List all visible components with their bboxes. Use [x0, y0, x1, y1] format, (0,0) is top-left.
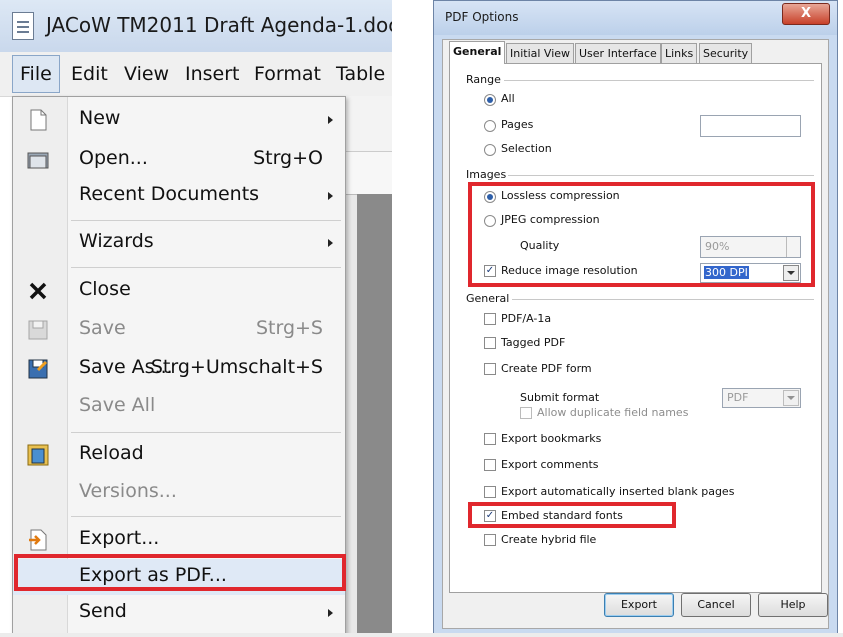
document-icon	[12, 12, 34, 40]
tagged-pdf-checkbox[interactable]	[484, 337, 496, 349]
allow-duplicate-label: Allow duplicate field names	[537, 406, 689, 419]
tagged-pdf-label: Tagged PDF	[501, 336, 566, 349]
general-heading: General	[466, 292, 510, 305]
menu-item-save[interactable]: Save Strg+S	[13, 312, 345, 348]
new-document-icon	[26, 108, 50, 132]
menu-view[interactable]: View	[124, 63, 169, 85]
menu-edit[interactable]: Edit	[71, 63, 108, 85]
pdfa-label: PDF/A-1a	[501, 312, 552, 325]
menu-item-close[interactable]: Close	[13, 273, 345, 309]
menu-format[interactable]: Format	[254, 63, 321, 85]
dialog-titlebar: PDF Options X	[434, 1, 837, 35]
reload-icon	[26, 443, 50, 467]
menu-table[interactable]: Table	[336, 63, 385, 85]
menu-item-save-as[interactable]: Save As... Strg+Umschalt+S	[13, 351, 345, 387]
range-all-label: All	[501, 92, 515, 105]
tab-user-interface[interactable]: User Interface	[575, 43, 661, 63]
menu-insert[interactable]: Insert	[185, 63, 240, 85]
menu-item-wizards[interactable]: Wizards	[13, 225, 345, 261]
range-selection-radio[interactable]	[484, 144, 496, 156]
submit-format-combobox[interactable]: PDF	[722, 388, 801, 408]
menu-item-versions[interactable]: Versions...	[13, 475, 345, 511]
menu-item-export[interactable]: Export...	[13, 522, 345, 558]
window-title: JACoW TM2011 Draft Agenda-1.docx -	[46, 13, 392, 37]
create-hybrid-file-checkbox[interactable]	[484, 534, 496, 546]
highlight-export-as-pdf	[14, 554, 346, 591]
menu-item-save-all[interactable]: Save All	[13, 389, 345, 425]
menu-item-recent-documents[interactable]: Recent Documents	[13, 178, 345, 214]
export-button[interactable]: Export	[604, 593, 674, 617]
submenu-arrow-icon	[328, 192, 333, 200]
pages-input[interactable]	[700, 115, 801, 137]
window-titlebar: JACoW TM2011 Draft Agenda-1.docx -	[0, 0, 392, 53]
open-folder-icon	[26, 148, 50, 172]
range-selection-label: Selection	[501, 142, 552, 155]
pdfa-checkbox[interactable]	[484, 313, 496, 325]
highlight-embed-fonts	[468, 502, 676, 528]
pdf-options-dialog: PDF Options X General Initial View User …	[433, 0, 838, 637]
writer-window: JACoW TM2011 Draft Agenda-1.docx - File …	[0, 0, 392, 637]
menu-file[interactable]: File	[12, 55, 60, 93]
save-disk-icon	[26, 318, 50, 342]
blank-pages-checkbox[interactable]	[484, 486, 496, 498]
dialog-title: PDF Options	[445, 10, 519, 24]
tab-general[interactable]: General	[449, 41, 506, 64]
submenu-arrow-icon	[328, 239, 333, 247]
images-heading: Images	[466, 168, 507, 181]
general-tab-panel: Range All Pages Selection Images Lossles…	[449, 63, 822, 593]
submit-format-label: Submit format	[520, 391, 600, 404]
create-pdf-form-label: Create PDF form	[501, 362, 592, 375]
save-as-icon	[26, 357, 50, 381]
submenu-arrow-icon	[328, 609, 333, 617]
export-bookmarks-label: Export bookmarks	[501, 432, 602, 445]
allow-duplicate-checkbox[interactable]	[520, 407, 532, 419]
range-pages-label: Pages	[501, 118, 534, 131]
blank-pages-label: Export automatically inserted blank page…	[501, 485, 735, 498]
highlight-images	[468, 182, 815, 287]
cancel-button[interactable]: Cancel	[681, 593, 751, 617]
toolbar-background	[343, 96, 392, 637]
create-hybrid-file-label: Create hybrid file	[501, 533, 597, 546]
bottom-strip	[0, 633, 843, 637]
export-bookmarks-checkbox[interactable]	[484, 433, 496, 445]
submenu-arrow-icon	[328, 116, 333, 124]
menu-item-new[interactable]: New	[13, 102, 345, 138]
help-button[interactable]: Help	[758, 593, 828, 617]
create-pdf-form-checkbox[interactable]	[484, 363, 496, 375]
close-x-icon	[26, 279, 50, 303]
range-pages-radio[interactable]	[484, 120, 496, 132]
range-all-radio[interactable]	[484, 94, 496, 106]
export-comments-checkbox[interactable]	[484, 459, 496, 471]
range-heading: Range	[466, 73, 501, 86]
tab-links[interactable]: Links	[661, 43, 698, 63]
menu-item-reload[interactable]: Reload	[13, 437, 345, 473]
chevron-down-icon	[783, 390, 799, 406]
dialog-close-button[interactable]: X	[782, 3, 830, 25]
menubar: File Edit View Insert Format Table	[0, 52, 392, 97]
dialog-body: General Initial View User Interface Link…	[442, 39, 829, 629]
export-icon	[26, 528, 50, 552]
export-comments-label: Export comments	[501, 458, 599, 471]
tab-initial-view[interactable]: Initial View	[506, 43, 575, 63]
menu-item-open[interactable]: Open... Strg+O	[13, 142, 345, 178]
tab-security[interactable]: Security	[699, 43, 753, 63]
menu-item-send[interactable]: Send	[13, 595, 345, 631]
